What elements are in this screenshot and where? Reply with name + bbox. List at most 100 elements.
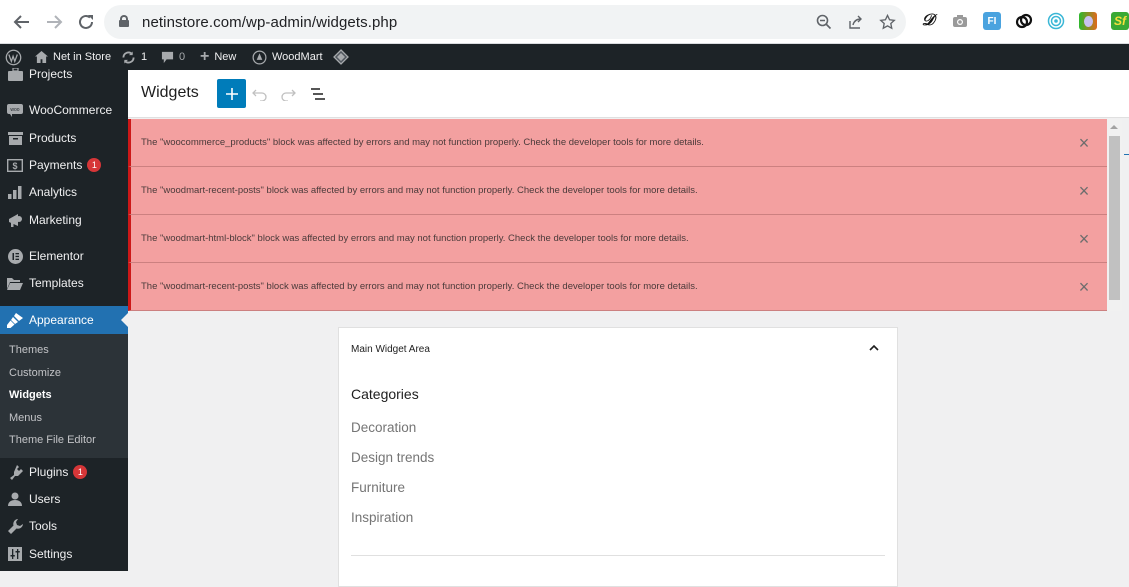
- undo-icon: [252, 89, 267, 101]
- user-icon: [7, 491, 23, 507]
- error-notice: The "woocommerce_products" block was aff…: [128, 119, 1107, 167]
- new-content-link[interactable]: + New: [200, 44, 236, 70]
- redo-button[interactable]: [276, 82, 300, 106]
- forward-arrow-icon[interactable]: [40, 8, 68, 36]
- plus-icon: +: [200, 48, 210, 65]
- share-icon[interactable]: [846, 12, 866, 32]
- widget-area-title[interactable]: Main Widget Area: [351, 344, 430, 355]
- woo-icon: woo: [7, 102, 23, 118]
- folder-icon: [7, 275, 23, 291]
- updates-count: 1: [141, 51, 148, 63]
- zoom-out-icon[interactable]: [814, 12, 834, 32]
- decorative-tick: [1124, 154, 1129, 155]
- main-widget-area-panel: Main Widget Area Categories Decoration D…: [338, 327, 898, 587]
- address-bar[interactable]: netinstore.com/wp-admin/widgets.php: [104, 5, 906, 39]
- comments-link[interactable]: 0: [161, 44, 185, 70]
- extension-link-icon[interactable]: [1015, 12, 1033, 30]
- lock-icon: [119, 15, 129, 27]
- extension-color-icon[interactable]: [1079, 12, 1097, 30]
- error-notices-list: The "woocommerce_products" block was aff…: [128, 119, 1107, 311]
- url-text[interactable]: netinstore.com/wp-admin/widgets.php: [142, 14, 397, 31]
- scrollbar-thumb[interactable]: [1109, 136, 1120, 300]
- chevron-up-icon[interactable]: [867, 340, 881, 354]
- extension-web-icon[interactable]: [1047, 12, 1065, 30]
- sidebar-item-tools[interactable]: Tools: [0, 512, 128, 540]
- svg-text:$: $: [12, 161, 17, 171]
- error-notice: The "woodmart-html-block" block was affe…: [128, 215, 1107, 263]
- dollar-icon: $: [7, 157, 23, 173]
- bookmark-star-icon[interactable]: [877, 12, 897, 32]
- submenu-widgets[interactable]: Widgets: [9, 389, 52, 401]
- redo-icon: [281, 89, 296, 101]
- current-menu-arrow: [121, 313, 128, 327]
- comment-icon: [161, 51, 174, 63]
- sidebar-item-users[interactable]: Users: [0, 485, 128, 513]
- submenu-themes[interactable]: Themes: [9, 344, 49, 356]
- scroll-up-arrow-icon[interactable]: [1110, 125, 1118, 129]
- submenu-customize[interactable]: Customize: [9, 367, 61, 379]
- megaphone-icon: [7, 212, 23, 228]
- submenu-menus[interactable]: Menus: [9, 412, 42, 424]
- category-link[interactable]: Decoration: [351, 420, 416, 435]
- widgets-editor-header: Widgets: [128, 70, 1129, 118]
- notice-text: The "woocommerce_products" block was aff…: [141, 137, 704, 148]
- category-link[interactable]: Inspiration: [351, 510, 413, 525]
- category-link[interactable]: Design trends: [351, 450, 434, 465]
- elementor-icon: [7, 248, 23, 264]
- sidebar-item-plugins[interactable]: Plugins 1: [0, 458, 128, 486]
- notices-scrollbar[interactable]: [1107, 119, 1122, 311]
- categories-heading: Categories: [351, 386, 419, 402]
- briefcase-icon: [7, 66, 23, 82]
- diamond-menu-icon[interactable]: [333, 44, 349, 70]
- extension-sf-icon[interactable]: Sf: [1111, 12, 1129, 30]
- archive-icon: [7, 130, 23, 146]
- extension-fi-icon[interactable]: FI: [983, 12, 1001, 30]
- woodmart-label: WoodMart: [272, 51, 323, 63]
- sidebar-item-settings[interactable]: Settings: [0, 540, 128, 568]
- wrench-icon: [7, 518, 23, 534]
- sidebar-item-appearance[interactable]: Appearance: [0, 306, 128, 334]
- bar-chart-icon: [7, 184, 23, 200]
- sidebar-item-analytics[interactable]: Analytics: [0, 178, 128, 206]
- extension-camera-icon[interactable]: [951, 12, 969, 30]
- wp-admin-bar: Net in Store 1 0 + New WoodMart: [0, 44, 1129, 70]
- admin-sidebar: Projects woo WooCommerce Products $ Paym…: [0, 67, 128, 571]
- woodmart-icon: [252, 50, 267, 64]
- close-icon[interactable]: ×: [1075, 134, 1093, 152]
- sidebar-item-templates[interactable]: Templates: [0, 269, 128, 297]
- sliders-icon: [7, 546, 23, 562]
- close-icon[interactable]: ×: [1075, 278, 1093, 296]
- svg-text:woo: woo: [10, 107, 19, 113]
- close-icon[interactable]: ×: [1075, 230, 1093, 248]
- block-inserter-button[interactable]: [217, 79, 246, 108]
- plus-icon: [225, 87, 238, 100]
- plug-icon: [7, 464, 23, 480]
- notice-text: The "woodmart-recent-posts" block was af…: [141, 281, 698, 292]
- notice-text: The "woodmart-html-block" block was affe…: [141, 233, 689, 244]
- list-view-button[interactable]: [306, 82, 330, 106]
- back-arrow-icon[interactable]: [8, 8, 36, 36]
- browser-toolbar: netinstore.com/wp-admin/widgets.php 𝒟 FI…: [0, 0, 1129, 44]
- sidebar-item-products[interactable]: Products: [0, 124, 128, 152]
- woodmart-link[interactable]: WoodMart: [252, 44, 323, 70]
- plugins-badge: 1: [73, 465, 88, 480]
- sidebar-item-marketing[interactable]: Marketing: [0, 206, 128, 234]
- category-link[interactable]: Furniture: [351, 480, 405, 495]
- error-notice: The "woodmart-recent-posts" block was af…: [128, 167, 1107, 215]
- undo-button[interactable]: [248, 82, 272, 106]
- sidebar-item-projects[interactable]: Projects: [0, 60, 128, 88]
- list-view-icon: [311, 88, 325, 100]
- sidebar-item-woocommerce[interactable]: woo WooCommerce: [0, 96, 128, 124]
- close-icon[interactable]: ×: [1075, 182, 1093, 200]
- separator: [351, 555, 885, 556]
- submenu-theme-file-editor[interactable]: Theme File Editor: [9, 434, 96, 446]
- comments-count: 0: [179, 51, 186, 63]
- extension-d-icon[interactable]: 𝒟: [919, 12, 937, 30]
- reload-icon[interactable]: [72, 8, 100, 36]
- sidebar-item-payments[interactable]: $ Payments 1: [0, 151, 128, 179]
- sidebar-item-elementor[interactable]: Elementor: [0, 242, 128, 270]
- paintbrush-icon: [7, 312, 23, 328]
- appearance-submenu: Themes Customize Widgets Menus Theme Fil…: [0, 334, 128, 458]
- notice-text: The "woodmart-recent-posts" block was af…: [141, 185, 698, 196]
- new-label: New: [214, 51, 237, 63]
